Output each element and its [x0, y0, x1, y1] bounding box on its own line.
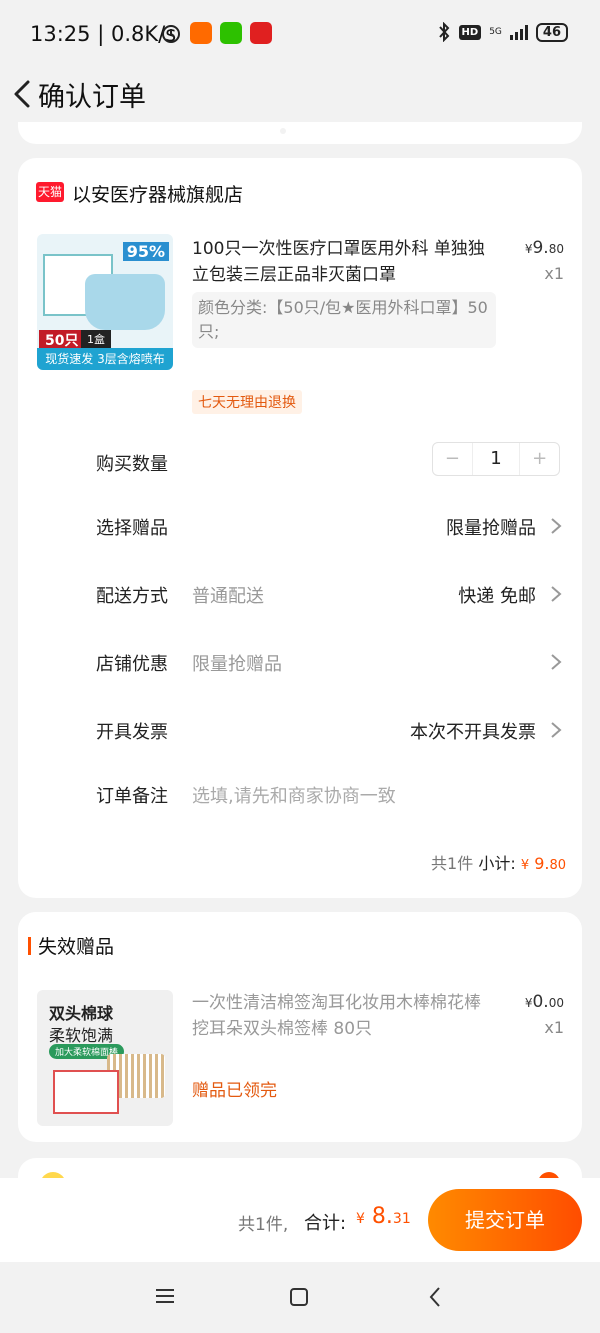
total-count: 共1件,	[238, 1215, 289, 1235]
notification-icons	[160, 22, 272, 44]
status-bar: 13:25 | 0.8K/s HD 5G 46	[0, 0, 600, 66]
increase-button[interactable]: +	[520, 443, 559, 475]
alarm-icon	[162, 25, 180, 43]
page-title: 确认订单	[38, 82, 146, 113]
subtotal-int: 9.	[534, 854, 550, 873]
gift-name[interactable]: 一次性清洁棉签淘耳化妆用木棒棉花棒挖耳朵双头棉签棒 80只	[192, 990, 492, 1042]
shop-discount-row[interactable]: 店铺优惠 限量抢赠品	[18, 642, 582, 682]
gift-qty: x1	[544, 1018, 564, 1037]
gift-image-text1: 双头棉球	[49, 1004, 114, 1023]
subtotal-symbol: ¥	[520, 858, 530, 873]
delivery-method: 普通配送	[192, 586, 264, 607]
invoice-value: 本次不开具发票	[410, 722, 536, 743]
shop-order-card: 天猫 以安医疗器械旗舰店 95% 50只 1盒 现货速发 3层含熔喷布 100只…	[18, 158, 582, 898]
gift-value: 限量抢赠品	[446, 518, 536, 539]
network-type: 5G	[489, 27, 502, 37]
invoice-row[interactable]: 开具发票 本次不开具发票	[18, 710, 582, 750]
chevron-right-icon	[551, 518, 562, 534]
total-int: 8.	[371, 1204, 393, 1229]
product-title[interactable]: 100只一次性医疗口罩医用外科 单独独立包装三层正品非灭菌口罩	[192, 236, 492, 288]
decrease-button[interactable]: −	[433, 443, 472, 475]
quantity-row: 购买数量 − 1 +	[18, 442, 582, 482]
discount-value: 限量抢赠品	[192, 654, 282, 675]
mask-graphic	[85, 274, 165, 330]
tmall-badge: 天猫	[36, 182, 64, 202]
gift-price-int: 0.	[532, 992, 549, 1012]
product-image[interactable]: 95% 50只 1盒 现货速发 3层含熔喷布	[37, 234, 173, 370]
subtotal: 共1件 小计: ¥ 9.80	[431, 850, 566, 874]
chevron-right-icon	[551, 654, 562, 670]
clock-text: 13:25	[30, 22, 91, 46]
order-note-row: 订单备注 选填,请先和商家协商一致	[18, 774, 582, 814]
shopping-app-icon	[250, 22, 272, 44]
price-dec: 80	[548, 242, 564, 256]
system-nav-bar	[0, 1262, 600, 1333]
gift-price-dec: 00	[548, 996, 564, 1010]
invalid-gift-card: 失效赠品 双头棉球 柔软饱满 加大柔软棉面棒 一次性清洁棉签淘耳化妆用木棒棉花棒…	[18, 912, 582, 1142]
chevron-right-icon	[551, 586, 562, 602]
gift-header: 失效赠品	[18, 912, 582, 978]
divider-dot	[280, 128, 286, 134]
product-spec[interactable]: 颜色分类:【50只/包★医用外科口罩】50只;	[192, 292, 496, 348]
total-symbol: ¥	[356, 1211, 365, 1227]
quantity-input[interactable]: 1	[471, 443, 521, 475]
product-price: ¥9.80	[525, 238, 564, 258]
shop-name[interactable]: 以安医疗器械旗舰店	[72, 180, 243, 207]
gift-section-title: 失效赠品	[38, 936, 115, 958]
battery-icon: 46	[535, 22, 568, 42]
product-qty: x1	[544, 264, 564, 283]
chevron-right-icon	[551, 722, 562, 738]
invoice-label: 开具发票	[96, 722, 168, 743]
gift-image-text2: 柔软饱满	[49, 1026, 114, 1045]
promo-strip: 现货速发 3层含熔喷布	[37, 348, 173, 370]
box-tag: 1盒	[81, 330, 111, 348]
total-amount: ¥ 8.31	[356, 1204, 411, 1229]
filter-rate-label: 95%	[122, 242, 169, 261]
wechat-icon	[220, 22, 242, 44]
delivery-value: 快递 免邮	[458, 586, 536, 607]
home-icon[interactable]	[290, 1288, 308, 1306]
menu-icon[interactable]	[156, 1288, 174, 1304]
subtotal-dec: 80	[549, 858, 566, 873]
price-int: 9.	[532, 238, 549, 258]
address-card-stub	[18, 122, 582, 144]
gift-price: ¥0.00	[525, 992, 564, 1012]
discount-label: 店铺优惠	[96, 654, 168, 675]
accent-bar	[28, 937, 31, 955]
quantity-label: 购买数量	[96, 454, 168, 475]
total-label: 合计:	[304, 1213, 347, 1234]
signal-icon	[509, 24, 528, 40]
gift-select-row[interactable]: 选择赠品 限量抢赠品	[18, 506, 582, 546]
submit-order-button[interactable]: 提交订单	[428, 1189, 582, 1251]
quantity-stepper: − 1 +	[432, 442, 560, 476]
gift-label: 选择赠品	[96, 518, 168, 539]
status-time: 13:25 | 0.8K/s	[30, 22, 177, 46]
gift-image[interactable]: 双头棉球 柔软饱满 加大柔软棉面棒	[37, 990, 173, 1126]
hd-icon: HD	[458, 24, 482, 40]
delivery-row[interactable]: 配送方式 普通配送 快递 免邮	[18, 574, 582, 614]
quantity-tag: 50只	[39, 330, 85, 350]
note-label: 订单备注	[96, 786, 168, 807]
nav-back-icon[interactable]	[428, 1286, 442, 1308]
system-icons: HD 5G 46	[437, 22, 568, 42]
checkout-bar: 共1件, 合计: ¥ 8.31 提交订单	[0, 1178, 600, 1262]
subtotal-label: 小计:	[478, 854, 516, 873]
bluetooth-icon	[438, 22, 449, 42]
return-policy-tag: 七天无理由退换	[192, 390, 302, 414]
subtotal-amount: ¥ 9.80	[521, 854, 566, 873]
page-header: 确认订单	[0, 66, 600, 122]
mi-app-icon	[190, 22, 212, 44]
note-input[interactable]: 选填,请先和商家协商一致	[192, 782, 396, 808]
subtotal-count: 共1件	[431, 854, 474, 873]
package-graphic	[53, 1070, 119, 1114]
delivery-label: 配送方式	[96, 586, 168, 607]
total-dec: 31	[392, 1211, 411, 1227]
back-arrow-icon[interactable]	[8, 76, 36, 112]
gift-status: 赠品已领完	[192, 1081, 277, 1101]
